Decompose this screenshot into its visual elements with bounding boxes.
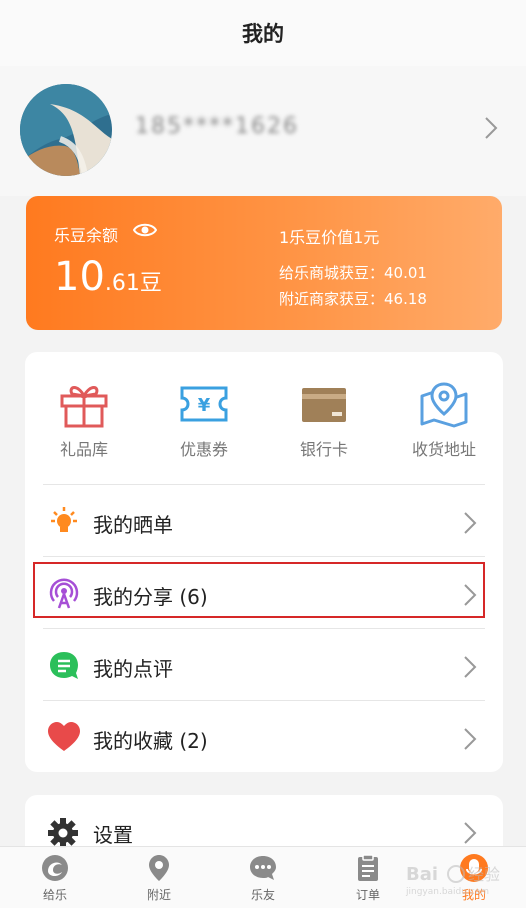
balance-unit: 豆 [139,271,162,296]
tab-nearby[interactable]: 附近 [119,847,199,908]
eye-icon[interactable] [132,221,158,243]
svg-text:经验: 经验 [468,865,500,884]
tab-label: 给乐 [42,888,67,902]
menu-item-my-reviews[interactable]: 我的点评 [43,628,485,700]
balance-amount: 10 .61 豆 [54,254,162,300]
svg-text:Bai: Bai [406,864,438,885]
coupon-icon: ¥ [180,386,228,422]
tab-geile[interactable]: 给乐 [15,847,95,908]
mall-earned-text: 给乐商城获豆：40.01 [279,264,427,282]
highlight-box [33,562,485,618]
shortcut-bank-card[interactable]: 银行卡 [269,380,379,460]
chevron-right-icon[interactable] [484,116,498,144]
menu-item-my-favorites[interactable]: 我的收藏 (2) [43,700,485,772]
comment-icon [47,649,81,683]
tab-label: 订单 [355,888,380,902]
menu-item-label: 我的收藏 (2) [93,729,208,753]
phone-number: 185****1626 [135,114,299,139]
chevron-right-icon [463,727,477,755]
menu-item-label: 我的晒单 [93,513,173,537]
tab-orders[interactable]: 订单 [328,847,408,908]
svg-text:¥: ¥ [198,395,211,416]
shortcut-label: 礼品库 [59,440,108,459]
shortcut-label: 收货地址 [411,440,476,459]
avatar[interactable] [20,84,112,176]
chevron-right-icon [463,511,477,539]
lamp-icon [47,505,81,539]
tab-label: 乐友 [250,888,275,902]
location-icon [420,382,468,428]
menu-item-label: 我的点评 [93,657,173,681]
profile-section[interactable]: 185****1626 [0,66,526,196]
nearby-earned-text: 附近商家获豆：46.18 [279,290,427,308]
shortcut-gift-library[interactable]: 礼品库 [29,380,139,460]
chevron-right-icon [463,821,477,849]
balance-amount-decimal: .61 [104,271,140,296]
shortcut-grid: 礼品库 ¥ 优惠券 银行卡 收货地址 [25,352,503,484]
chat-icon [250,856,276,880]
watermark-logo: Bai 经验 jingyan.baidu.com [402,858,520,898]
shortcut-label: 优惠券 [179,440,228,459]
tab-friends[interactable]: 乐友 [223,847,303,908]
home-logo-icon [42,855,68,881]
chevron-right-icon [463,655,477,683]
tab-label: 附近 [146,888,171,902]
svg-text:jingyan.baidu.com: jingyan.baidu.com [405,887,489,897]
heart-icon [47,721,81,755]
balance-card[interactable]: 乐豆余额 10 .61 豆 1乐豆价值1元 给乐商城获豆：40.01 附近商家获… [26,196,502,330]
exchange-rate-text: 1乐豆价值1元 [279,228,380,247]
map-pin-icon [149,855,169,881]
shortcut-label: 银行卡 [299,440,348,459]
page-title: 我的 [242,22,284,46]
balance-amount-integer: 10 [54,254,105,300]
settings-label: 设置 [93,823,133,847]
shortcut-shipping-address[interactable]: 收货地址 [389,380,499,460]
balance-label: 乐豆余额 [54,226,119,245]
bank-card-icon [302,388,346,422]
shortcut-coupons[interactable]: ¥ 优惠券 [149,380,259,460]
menu-item-my-posts[interactable]: 我的晒单 [43,484,485,556]
gift-icon [60,386,108,428]
main-menu-card: 礼品库 ¥ 优惠券 银行卡 收货地址 我的晒单 我的分享 (6) 我的点评 我的… [25,352,503,772]
page-header: 我的 [0,0,526,66]
clipboard-icon [358,854,378,881]
